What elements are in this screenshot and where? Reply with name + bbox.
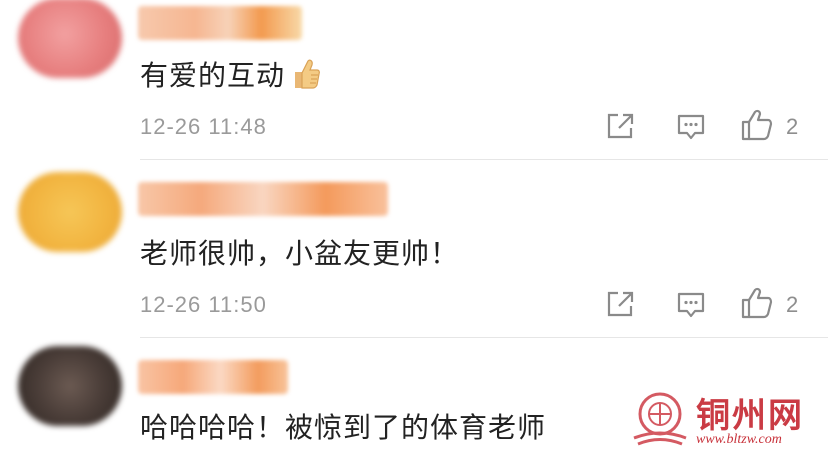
comment-text-content: 有爱的互动 bbox=[140, 59, 286, 92]
avatar[interactable] bbox=[18, 172, 122, 252]
comment-text: 老师很帅，小盆友更帅！ bbox=[140, 237, 460, 270]
divider bbox=[140, 159, 828, 160]
watermark-url: www.bltzw.com bbox=[696, 432, 782, 447]
avatar[interactable] bbox=[18, 346, 122, 426]
divider bbox=[140, 337, 828, 338]
timestamp: 12-26 11:50 bbox=[140, 292, 267, 317]
thumbs-up-icon bbox=[741, 109, 773, 141]
comment-icon bbox=[677, 114, 705, 140]
reply-button[interactable] bbox=[676, 290, 706, 320]
thumbs-up-emoji-icon bbox=[291, 58, 321, 97]
reply-button[interactable] bbox=[676, 112, 706, 142]
timestamp: 12-26 11:48 bbox=[140, 114, 267, 139]
comment-icon bbox=[677, 292, 705, 318]
watermark: 铜州网 www.bltzw.com bbox=[624, 388, 824, 458]
thumbs-up-icon bbox=[741, 287, 773, 319]
share-icon bbox=[607, 291, 634, 317]
share-button[interactable] bbox=[606, 290, 636, 318]
like-button[interactable] bbox=[740, 286, 774, 320]
watermark-title: 铜州网 bbox=[696, 396, 804, 436]
comment-text: 哈哈哈哈！被惊到了的体育老师 bbox=[140, 411, 547, 444]
username-blurred[interactable] bbox=[138, 360, 288, 394]
share-button[interactable] bbox=[606, 112, 636, 140]
comment-text: 有爱的互动 bbox=[140, 54, 321, 97]
username-blurred[interactable] bbox=[138, 182, 388, 216]
avatar[interactable] bbox=[18, 0, 122, 78]
like-count: 2 bbox=[786, 292, 799, 317]
like-button[interactable] bbox=[740, 108, 774, 142]
watermark-logo-icon bbox=[633, 392, 687, 446]
share-icon bbox=[607, 113, 634, 139]
like-count: 2 bbox=[786, 114, 799, 139]
username-blurred[interactable] bbox=[138, 6, 302, 40]
